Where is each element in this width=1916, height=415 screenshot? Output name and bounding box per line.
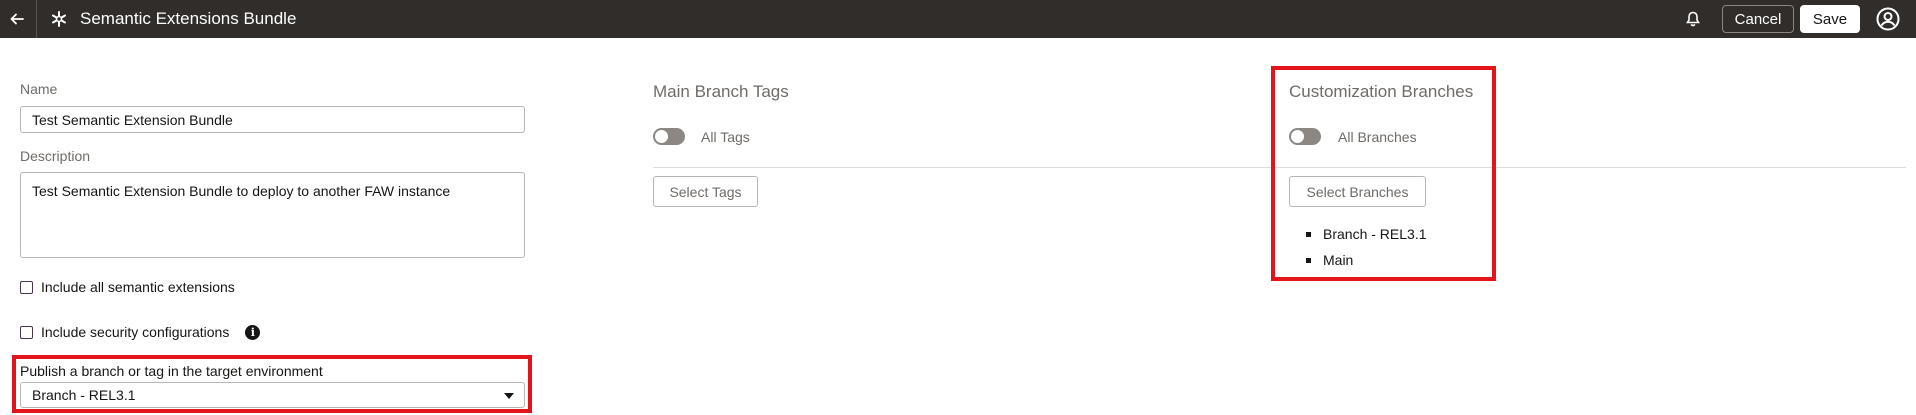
list-item: Branch - REL3.1 [1306, 221, 1427, 247]
bell-icon [1686, 11, 1700, 27]
branch-list: Branch - REL3.1 Main [1306, 221, 1427, 273]
main-branch-tags-title: Main Branch Tags [653, 82, 789, 101]
snowflake-icon [48, 8, 70, 30]
publish-label: Publish a branch or tag in the target en… [20, 363, 323, 379]
list-item-label: Branch - REL3.1 [1323, 226, 1427, 242]
page-title: Semantic Extensions Bundle [80, 9, 297, 28]
list-item: Main [1306, 247, 1427, 273]
select-tags-button[interactable]: Select Tags [653, 176, 758, 207]
all-tags-label: All Tags [701, 129, 750, 145]
toggle-knob [654, 129, 669, 144]
notifications-button[interactable] [1682, 8, 1704, 30]
description-label: Description [20, 148, 91, 164]
cancel-button[interactable]: Cancel [1722, 5, 1794, 33]
bullet [1306, 257, 1311, 263]
info-icon[interactable]: i [245, 324, 261, 340]
list-item-label: Main [1323, 252, 1354, 268]
include-all-extensions-row: Include all semantic extensions [20, 279, 235, 295]
all-branches-label: All Branches [1338, 129, 1417, 145]
select-branches-button[interactable]: Select Branches [1289, 176, 1426, 207]
all-branches-toggle[interactable] [1289, 128, 1321, 145]
include-security-checkbox[interactable] [20, 325, 33, 339]
name-field[interactable]: Test Semantic Extension Bundle [20, 106, 525, 133]
chevron-down-icon [504, 393, 514, 399]
customization-branches-title: Customization Branches [1289, 82, 1474, 101]
user-menu-button[interactable] [1874, 5, 1902, 33]
back-button[interactable] [0, 0, 34, 38]
save-button[interactable]: Save [1800, 5, 1860, 33]
description-field[interactable]: Test Semantic Extension Bundle to deploy… [20, 172, 525, 258]
include-security-label: Include security configurations [41, 324, 230, 340]
top-bar: Semantic Extensions Bundle Cancel Save [0, 0, 1916, 38]
publish-select[interactable]: Branch - REL3.1 [20, 382, 525, 408]
bullet [1306, 231, 1311, 237]
user-avatar-icon [1876, 7, 1900, 31]
include-all-extensions-label: Include all semantic extensions [41, 279, 235, 295]
name-label: Name [20, 81, 58, 97]
toggle-knob [1290, 129, 1305, 144]
include-security-row: Include security configurations i [20, 324, 261, 340]
include-all-extensions-checkbox[interactable] [20, 280, 33, 294]
publish-select-value: Branch - REL3.1 [32, 387, 136, 403]
all-tags-toggle[interactable] [653, 128, 685, 145]
header-divider [36, 0, 37, 38]
arrow-left-icon [10, 13, 24, 25]
